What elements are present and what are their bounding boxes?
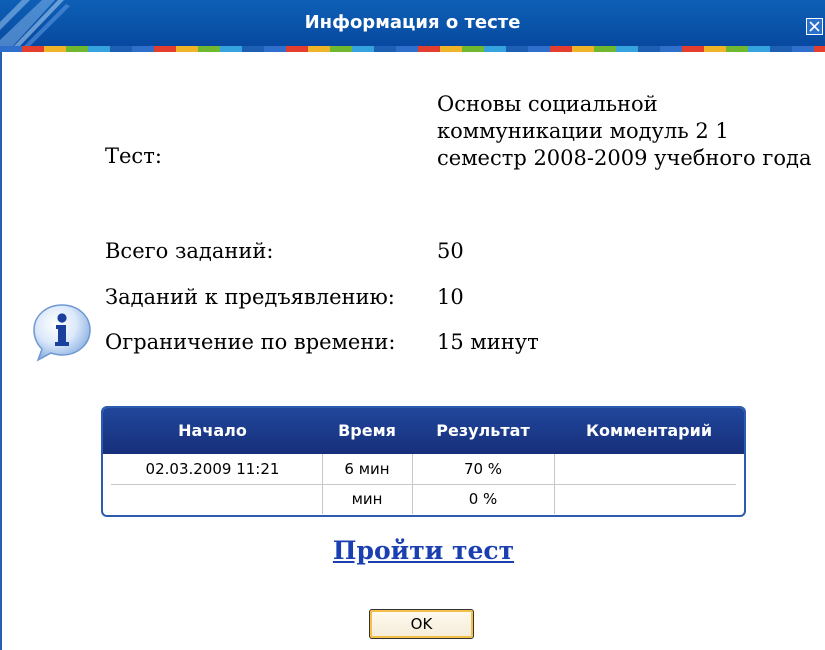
window-title: Информация о тесте — [304, 12, 521, 33]
tasks-shown-label: Заданий к предъявлению: — [105, 285, 395, 309]
title-color-stripe — [0, 46, 825, 52]
close-button[interactable] — [806, 18, 823, 35]
info-icon — [33, 304, 91, 362]
ok-button[interactable]: OK — [369, 609, 474, 639]
cell-time: мин — [351, 490, 383, 508]
tasks-shown-value: 10 — [437, 285, 464, 309]
test-label: Тест: — [105, 144, 162, 168]
title-bar: Информация о тесте — [0, 0, 825, 46]
cell-time: 6 мин — [344, 460, 390, 478]
cell-comment — [554, 485, 744, 513]
column-header-start: Начало — [178, 421, 247, 440]
cell-comment — [554, 455, 744, 483]
table-header-row: Начало Время Результат Комментарий — [103, 408, 744, 454]
take-test-link[interactable]: Пройти тест — [0, 536, 825, 565]
test-name-value: Основы социальной коммуникации модуль 2 … — [437, 92, 812, 170]
column-header-comment: Комментарий — [585, 421, 713, 440]
close-icon — [809, 21, 820, 32]
column-header-result: Результат — [436, 421, 530, 440]
column-header-time: Время — [338, 421, 396, 440]
total-tasks-value: 50 — [437, 239, 464, 263]
dialog-window: Информация о тесте Тест: Основы социальн… — [0, 0, 825, 650]
total-tasks-label: Всего заданий: — [105, 239, 274, 263]
time-limit-value: 15 минут — [437, 330, 539, 354]
cell-start: 02.03.2009 11:21 — [145, 460, 280, 478]
results-table: Начало Время Результат Комментарий 02.03… — [101, 406, 746, 517]
time-limit-label: Ограничение по времени: — [105, 330, 396, 354]
cell-start — [103, 485, 322, 513]
cell-result: 0 % — [468, 490, 498, 508]
cell-result: 70 % — [463, 460, 503, 478]
